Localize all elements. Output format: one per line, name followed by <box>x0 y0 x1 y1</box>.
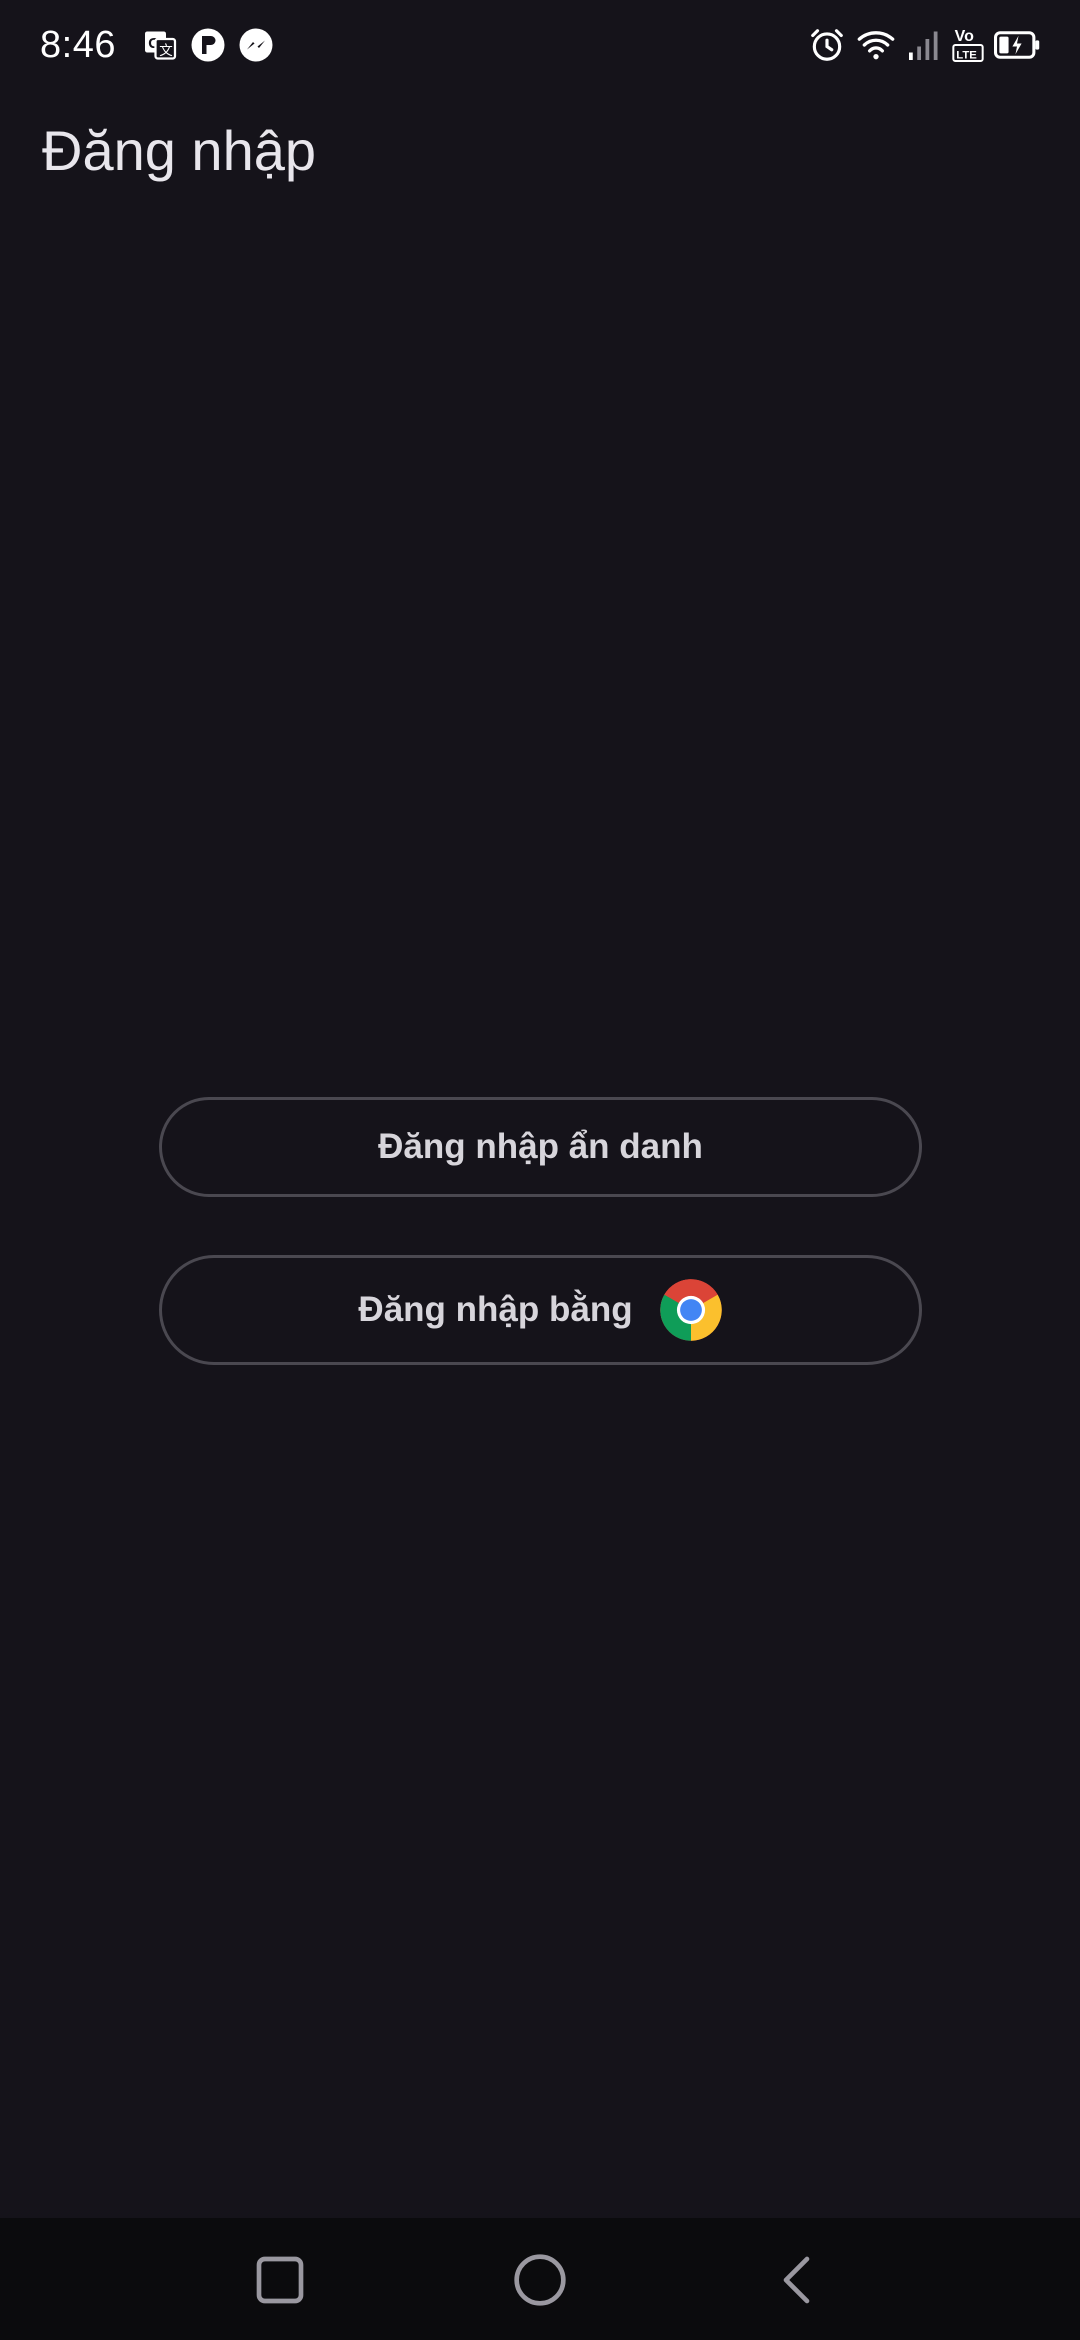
signal-icon <box>906 25 942 65</box>
volte-bottom-label: LTE <box>956 49 977 61</box>
status-time: 8:46 <box>40 23 116 66</box>
messenger-icon <box>238 27 274 63</box>
alarm-icon <box>808 25 846 65</box>
login-screen: 8:46 G文 Vo LTE Đăng nhập Đăng nhập ẩn da… <box>0 0 1080 2340</box>
page-title: Đăng nhập <box>42 119 317 182</box>
back-arrow-icon <box>783 2256 810 2304</box>
back-button[interactable] <box>772 2252 828 2308</box>
home-button[interactable] <box>512 2252 568 2308</box>
status-bar: 8:46 G文 Vo LTE <box>0 0 1080 90</box>
incognito-login-label: Đăng nhập ẩn danh <box>378 1127 703 1166</box>
recent-apps-button[interactable] <box>252 2252 308 2308</box>
status-right: Vo LTE <box>798 25 1040 65</box>
status-left: 8:46 G文 <box>40 24 286 67</box>
volte-top-label: Vo <box>955 28 974 45</box>
wifi-icon <box>856 25 896 65</box>
square-icon <box>256 2256 304 2304</box>
svg-text:文: 文 <box>159 43 173 58</box>
google-login-label: Đăng nhập bằng <box>358 1290 633 1329</box>
chrome-icon <box>659 1278 723 1342</box>
battery-charging-icon <box>994 25 1040 65</box>
incognito-login-button[interactable]: Đăng nhập ẩn danh <box>159 1097 922 1197</box>
navigation-bar <box>0 2218 1080 2340</box>
google-login-button[interactable]: Đăng nhập bằng <box>159 1255 922 1365</box>
translate-icon: G文 <box>142 27 178 63</box>
circle-icon <box>514 2254 566 2306</box>
app-notification-icon <box>190 27 226 63</box>
volte-icon: Vo LTE <box>952 25 984 65</box>
